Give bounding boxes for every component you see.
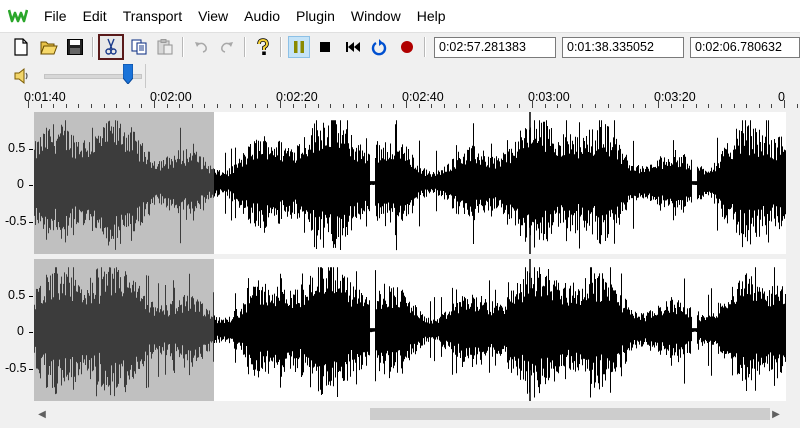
- toolbar-separator: [244, 37, 246, 57]
- amplitude-scale-tick: [29, 369, 33, 370]
- toolbar-separator: [92, 37, 94, 57]
- copy-button[interactable]: [128, 36, 150, 58]
- time-ruler[interactable]: 0:01:40 0:02:00 0:02:20 0:02:40 0:03:00 0:03:…: [0, 90, 800, 108]
- menu-view[interactable]: View: [190, 0, 236, 32]
- ruler-label: 0:03:20: [654, 90, 696, 104]
- record-button[interactable]: [396, 36, 418, 58]
- menu-bar: File Edit Transport View Audio Plugin Wi…: [0, 0, 800, 32]
- amplitude-scale-label: -0.5: [5, 361, 27, 375]
- ruler-label: 0:01:40: [24, 90, 66, 104]
- new-file-icon: [14, 38, 28, 56]
- volume-separator: [145, 64, 146, 88]
- copy-icon: [131, 39, 147, 55]
- loop-button[interactable]: [368, 36, 390, 58]
- record-icon: [401, 41, 413, 53]
- toolbar-separator: [424, 37, 426, 57]
- stop-button[interactable]: [314, 36, 336, 58]
- toolbar-separator: [280, 37, 282, 57]
- menu-edit[interactable]: Edit: [75, 0, 115, 32]
- paste-icon: [157, 39, 173, 55]
- volume-slider-thumb[interactable]: [123, 64, 133, 84]
- selection-end-field[interactable]: 0:02:06.780632: [690, 37, 800, 58]
- amplitude-scale-label: 0.5: [8, 141, 26, 155]
- ruler-tick: [28, 100, 29, 108]
- channel-1-waveform[interactable]: [34, 112, 786, 254]
- menu-window[interactable]: Window: [343, 0, 409, 32]
- app-logo-icon: [8, 9, 28, 23]
- menu-audio[interactable]: Audio: [236, 0, 288, 32]
- amplitude-scale-label: 0: [17, 324, 24, 338]
- scrollbar-thumb[interactable]: [370, 408, 770, 420]
- ruler-label: 0:03:00: [528, 90, 570, 104]
- open-button[interactable]: [38, 36, 60, 58]
- ruler-label: 0:02:40: [402, 90, 444, 104]
- pause-icon: [294, 41, 304, 53]
- amplitude-scale-label: 0: [17, 177, 24, 191]
- ruler-label: 0:02:20: [276, 90, 318, 104]
- amplitude-scale-tick: [29, 185, 33, 186]
- question-icon: [257, 38, 269, 55]
- ruler-tick: [406, 100, 407, 108]
- amplitude-scale-tick: [29, 149, 33, 150]
- cursor-time-field[interactable]: 0:02:57.281383: [434, 37, 556, 58]
- menu-help[interactable]: Help: [409, 0, 454, 32]
- toolbar-separator: [182, 37, 184, 57]
- speaker-icon[interactable]: [12, 66, 32, 86]
- waveform-path: [214, 120, 786, 251]
- redo-icon: [221, 42, 233, 53]
- scroll-right-arrow-icon[interactable]: ▶: [768, 406, 784, 422]
- save-icon: [67, 39, 83, 55]
- ruler-tick: [658, 100, 659, 108]
- ruler-tick: [532, 100, 533, 108]
- amplitude-scale-tick: [29, 222, 33, 223]
- paste-button[interactable]: [154, 36, 176, 58]
- amplitude-scale-label: 0.5: [8, 288, 26, 302]
- undo-icon: [195, 42, 207, 53]
- scroll-left-arrow-icon[interactable]: ◀: [34, 406, 50, 422]
- ruler-label: 0:02:00: [150, 90, 192, 104]
- waveform-path: [214, 267, 786, 398]
- stop-icon: [320, 42, 330, 52]
- menu-transport[interactable]: Transport: [115, 0, 190, 32]
- skip-back-icon: [346, 42, 360, 52]
- amplitude-scale-label: -0.5: [5, 214, 27, 228]
- channel-2-waveform[interactable]: [34, 259, 786, 401]
- new-file-button[interactable]: [10, 36, 32, 58]
- folder-open-icon: [40, 41, 58, 55]
- loop-icon: [371, 39, 387, 56]
- help-button[interactable]: [252, 36, 274, 58]
- cut-button[interactable]: [98, 34, 124, 60]
- ruler-tick: [280, 100, 281, 108]
- rewind-button[interactable]: [342, 36, 364, 58]
- amplitude-scale-tick: [29, 332, 33, 333]
- menu-plugin[interactable]: Plugin: [288, 0, 343, 32]
- scissors-icon: [105, 38, 117, 55]
- ruler-tick: [154, 100, 155, 108]
- undo-button[interactable]: [190, 36, 212, 58]
- save-button[interactable]: [64, 36, 86, 58]
- menu-file[interactable]: File: [36, 0, 75, 32]
- toolbar: 0:02:57.281383 0:01:38.335052 0:02:06.78…: [0, 32, 800, 63]
- redo-button[interactable]: [216, 36, 238, 58]
- horizontal-scrollbar[interactable]: ◀ ▶: [34, 404, 786, 424]
- selection-start-field[interactable]: 0:01:38.335052: [562, 37, 684, 58]
- pause-button[interactable]: [288, 36, 310, 58]
- ruler-tick: [784, 100, 785, 108]
- waveform-area: 0.5 0 -0.5 0.5 0 -0.5: [0, 108, 800, 403]
- amplitude-scale-tick: [29, 296, 33, 297]
